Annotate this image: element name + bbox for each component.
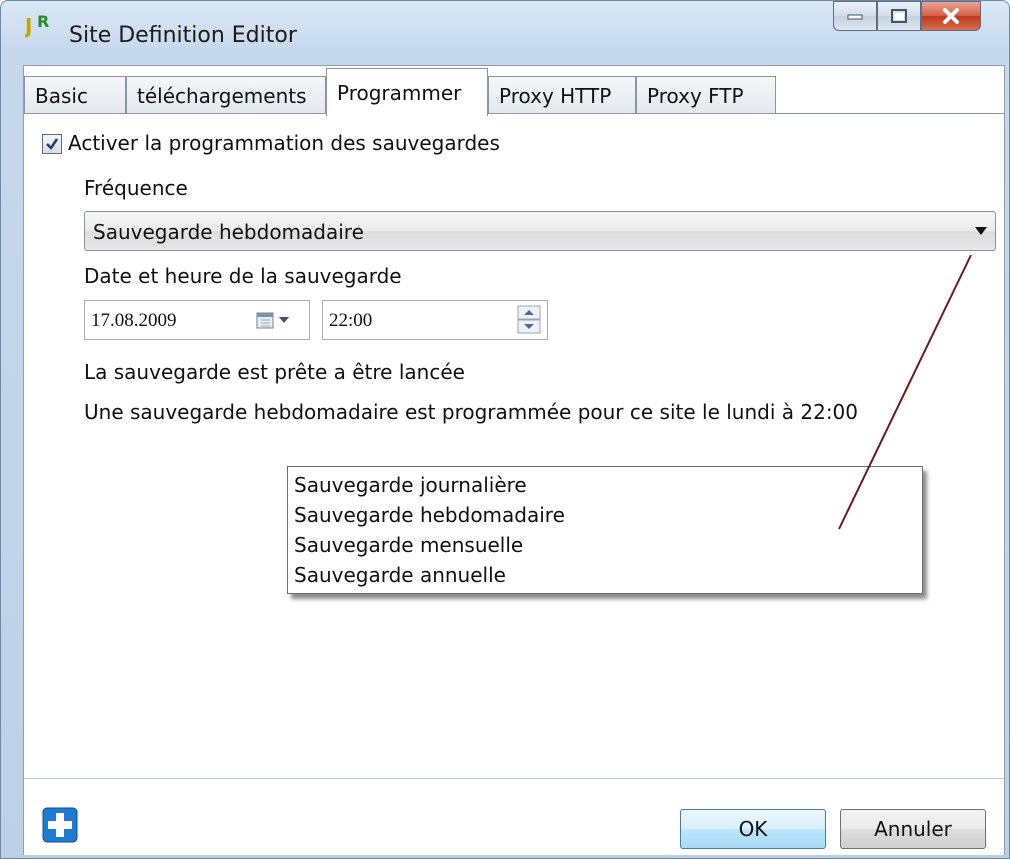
status-text: La sauvegarde est prête a être lancée — [84, 360, 465, 384]
dialog-footer: OK Annuler — [24, 778, 1004, 855]
chevron-down-icon — [975, 227, 987, 235]
calendar-dropdown-icon[interactable] — [255, 311, 299, 331]
dialog-content: Basic téléchargements Programmer Proxy H… — [23, 65, 1005, 855]
dropdown-option[interactable]: Sauvegarde mensuelle — [294, 533, 523, 557]
enable-schedule-checkbox[interactable] — [42, 134, 62, 154]
dropdown-option[interactable]: Sauvegarde annuelle — [294, 563, 506, 587]
close-button[interactable] — [921, 1, 981, 31]
minimize-button[interactable] — [833, 1, 877, 31]
tab-proxy-ftp[interactable]: Proxy FTP — [636, 76, 776, 114]
enable-schedule-label[interactable]: Activer la programmation des sauvegardes — [68, 131, 500, 155]
window-title: Site Definition Editor — [69, 23, 297, 48]
tab-label: téléchargements — [137, 83, 307, 108]
cancel-button[interactable]: Annuler — [840, 809, 986, 849]
maximize-button[interactable] — [877, 1, 921, 31]
tab-label: Programmer — [337, 80, 462, 105]
ok-button[interactable]: OK — [680, 809, 826, 849]
tab-programmer[interactable]: Programmer — [326, 68, 488, 116]
date-picker[interactable]: 17.08.2009 — [84, 300, 310, 340]
svg-text:J: J — [25, 14, 32, 38]
tab-proxy-http[interactable]: Proxy HTTP — [488, 76, 636, 114]
summary-text: Une sauvegarde hebdomadaire est programm… — [84, 400, 859, 424]
tab-label: Proxy HTTP — [499, 83, 612, 108]
programmer-panel: Activer la programmation des sauvegardes… — [24, 113, 1004, 814]
tab-strip: Basic téléchargements Programmer Proxy H… — [24, 66, 1004, 116]
checkmark-icon — [46, 138, 59, 151]
frequency-value: Sauvegarde hebdomadaire — [93, 220, 364, 244]
tab-label: Basic — [35, 83, 88, 108]
tab-telechargements[interactable]: téléchargements — [126, 76, 326, 114]
frequency-dropdown-list: Sauvegarde journalière Sauvegarde hebdom… — [287, 466, 923, 594]
close-icon — [943, 8, 959, 24]
frequency-label: Fréquence — [84, 176, 188, 200]
date-value: 17.08.2009 — [91, 310, 177, 331]
minimize-icon — [847, 14, 863, 20]
tab-basic[interactable]: Basic — [24, 76, 126, 114]
svg-text:R: R — [37, 12, 49, 31]
plus-icon[interactable] — [42, 807, 78, 843]
dialog-window: J R Site Definition Editor Basic télécha… — [0, 0, 1010, 859]
time-picker[interactable]: 22:00 — [322, 300, 548, 340]
app-logo-icon: J R — [25, 12, 49, 38]
title-bar[interactable]: J R Site Definition Editor — [1, 1, 1009, 48]
spinner-arrows-icon[interactable] — [517, 305, 541, 335]
maximize-icon — [891, 9, 907, 23]
time-value: 22:00 — [329, 310, 373, 331]
dropdown-option[interactable]: Sauvegarde journalière — [294, 473, 527, 497]
tab-label: Proxy FTP — [647, 83, 744, 108]
datetime-label: Date et heure de la sauvegarde — [84, 264, 402, 288]
frequency-select[interactable]: Sauvegarde hebdomadaire — [84, 211, 996, 251]
dropdown-option[interactable]: Sauvegarde hebdomadaire — [294, 503, 565, 527]
